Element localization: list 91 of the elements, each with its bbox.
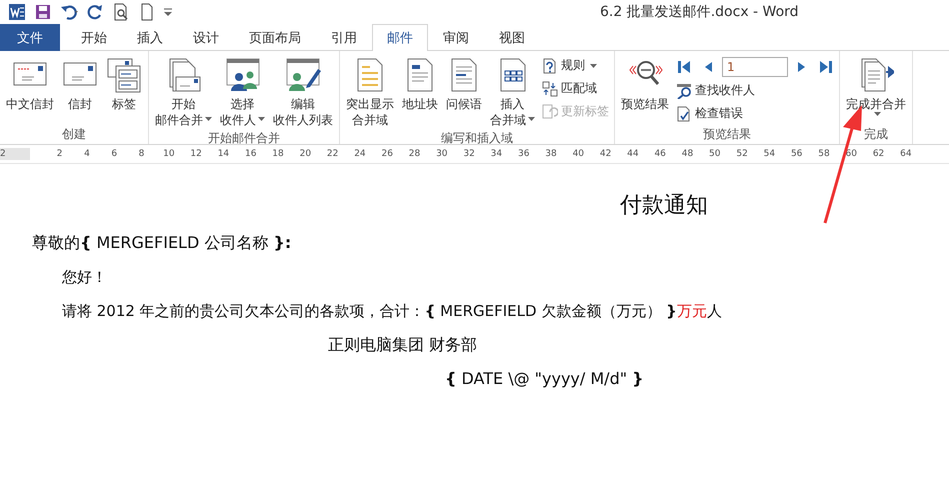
group-label: 编写和插入域 <box>440 130 514 147</box>
ruler-number: 40 <box>572 149 586 159</box>
people-icon <box>224 57 260 93</box>
ruler-number: 18 <box>271 149 285 159</box>
ribbon-tab[interactable]: 开始 <box>66 24 122 51</box>
ruler-number: 22 <box>326 149 340 159</box>
caret-icon <box>205 117 212 122</box>
refresh-icon <box>542 104 558 120</box>
caret-icon <box>528 117 535 122</box>
ruler-number: 16 <box>244 149 258 159</box>
ribbon-button[interactable]: 预览结果 <box>618 55 672 126</box>
print-preview-icon <box>112 3 130 21</box>
match-fields-icon <box>542 80 558 96</box>
record-number-field[interactable]: 1 <box>722 56 788 76</box>
ruler-number: 34 <box>490 149 504 159</box>
ribbon-button[interactable]: 规则 <box>540 55 611 76</box>
ruler-number: 30 <box>435 149 449 159</box>
paragraph: 请将 2012 年之前的贵公司欠本公司的各款项，合计：{ MERGEFIELD 欠款金额（万元） }万元人 <box>61 301 723 322</box>
ruler-number: 54 <box>762 149 776 159</box>
paragraph: 尊敬的{ MERGEFIELD 公司名称 }: <box>31 232 292 254</box>
save-icon <box>34 3 52 21</box>
ruler-number: 26 <box>380 149 394 159</box>
ribbon-button[interactable]: 问候语 <box>443 55 485 130</box>
redo-icon <box>86 3 104 21</box>
ruler-number: 2 <box>0 149 6 159</box>
ruler-number: 20 <box>298 149 312 159</box>
ribbon-button[interactable]: 检查错误 <box>674 103 836 124</box>
window-title: 6.2 批量发送邮件.docx - Word <box>600 3 799 21</box>
document-title: 付款通知 <box>619 192 709 220</box>
ribbon-button[interactable]: 查找收件人 <box>674 80 836 101</box>
ruler-number: 58 <box>817 149 831 159</box>
ribbon-tab[interactable]: 页面布局 <box>234 24 316 51</box>
paragraph: 您好！ <box>61 267 108 288</box>
group-label: 开始邮件合并 <box>207 130 281 147</box>
ribbon-button[interactable]: 选择 收件人 <box>217 55 268 130</box>
ruler-number: 56 <box>790 149 804 159</box>
group-label: 预览结果 <box>702 126 752 143</box>
ribbon-button[interactable]: 信封 <box>59 55 101 126</box>
ribbon-button[interactable]: 地址块 <box>399 55 441 130</box>
ruler-number: 48 <box>680 149 694 159</box>
ruler-number: 32 <box>462 149 476 159</box>
caret-icon <box>258 117 265 122</box>
ribbon-button[interactable]: 编辑 收件人列表 <box>270 55 336 130</box>
ruler-number: 24 <box>353 149 367 159</box>
ribbon-tab[interactable]: 审阅 <box>428 24 484 51</box>
ruler-number: 14 <box>216 149 230 159</box>
ruler-number: 12 <box>189 149 203 159</box>
ribbon-button[interactable]: 插入 合并域 <box>487 55 538 130</box>
rules-icon <box>542 58 558 74</box>
ribbon-tab[interactable]: 邮件 <box>372 24 428 51</box>
ruler-number: 4 <box>83 149 91 159</box>
ribbon-tab[interactable]: 插入 <box>122 24 178 51</box>
ruler-number: 36 <box>516 149 530 159</box>
paragraph: 正则电脑集团 财务部 <box>327 334 478 356</box>
word-logo-icon <box>8 3 26 21</box>
ribbon-button[interactable]: 开始 邮件合并 <box>152 55 215 130</box>
ruler-number: 44 <box>626 149 640 159</box>
ruler-number: 38 <box>544 149 558 159</box>
search-icon <box>676 82 692 98</box>
caret-icon <box>874 112 880 116</box>
customize-caret-icon <box>164 8 172 16</box>
ribbon-tab[interactable]: 设计 <box>178 24 234 51</box>
ruler-number: 60 <box>844 149 858 159</box>
group-label: 创建 <box>61 126 87 143</box>
ribbon-button[interactable]: 突出显示 合并域 <box>343 55 397 130</box>
people-edit-icon <box>285 57 321 93</box>
triangle-icon <box>819 60 833 74</box>
ruler-number: 28 <box>408 149 422 159</box>
ruler-number: 10 <box>162 149 176 159</box>
triangle-icon <box>677 60 691 74</box>
ruler-number: 8 <box>138 149 146 159</box>
ruler-number: 46 <box>653 149 667 159</box>
ribbon-button[interactable]: 匹配域 <box>540 78 611 99</box>
ruler-number: 6 <box>110 149 118 159</box>
label-sheet-icon <box>106 57 142 93</box>
group-label: 完成 <box>863 126 889 143</box>
paragraph: { DATE \@ "yyyy/ M/d" } <box>444 368 645 390</box>
ruler-number: 2 <box>56 149 64 159</box>
ribbon-button[interactable]: 标签 <box>103 55 145 126</box>
undo-icon <box>60 3 78 21</box>
caret-icon <box>590 64 597 68</box>
ruler-number: 62 <box>872 149 886 159</box>
ruler-number: 52 <box>735 149 749 159</box>
ribbon-button[interactable]: 中文信封 <box>3 55 57 126</box>
ruler-number: 64 <box>899 149 913 159</box>
ribbon-tab[interactable]: 引用 <box>316 24 372 51</box>
ruler-number: 42 <box>598 149 612 159</box>
check-document-icon <box>676 106 692 122</box>
ruler-number: 50 <box>708 149 722 159</box>
file-tab[interactable]: 文件 <box>0 24 60 51</box>
ribbon-tab[interactable]: 视图 <box>484 24 540 51</box>
